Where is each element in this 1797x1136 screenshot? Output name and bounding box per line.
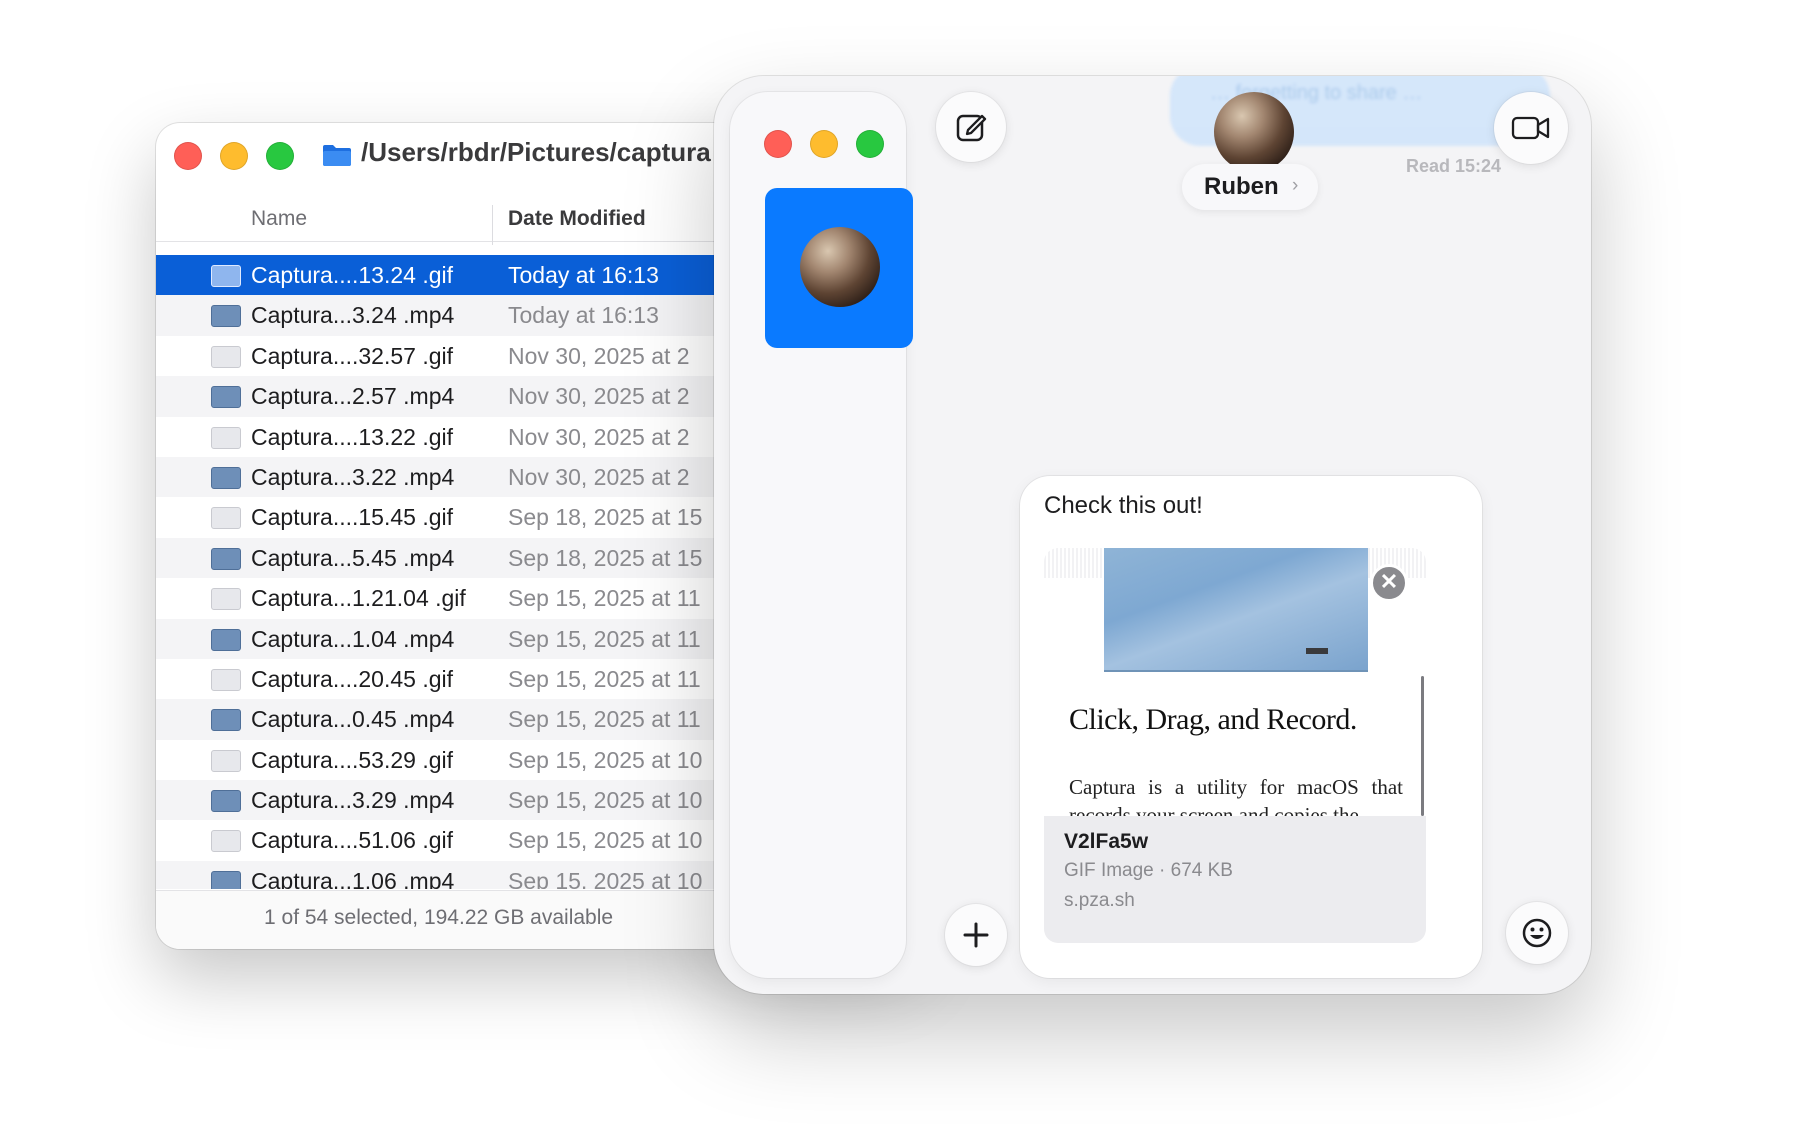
contact-name-button[interactable]: Ruben › — [1182, 164, 1318, 210]
file-name: Captura...1.06 .mp4 — [251, 867, 455, 889]
column-header-date-modified[interactable]: Date Modified — [508, 207, 646, 231]
conversation-sidebar — [730, 92, 913, 978]
preview-heading: Click, Drag, and Record. — [1069, 703, 1357, 736]
video-file-icon — [211, 305, 241, 328]
gif-file-icon — [211, 265, 241, 287]
video-file-icon — [211, 628, 241, 651]
preview-chip — [1306, 648, 1328, 654]
file-date-modified: Nov 30, 2025 at 2 — [508, 463, 690, 490]
attachment-card[interactable]: Click, Drag, and Record. Captura is a ut… — [1044, 548, 1426, 943]
plus-icon — [963, 922, 989, 948]
remove-attachment-button[interactable]: ✕ — [1370, 564, 1408, 602]
preview-body: Captura is a utility for macOS that reco… — [1069, 775, 1403, 817]
avatar — [800, 227, 880, 307]
file-name: Captura...1.21.04 .gif — [251, 585, 466, 612]
file-date-modified: Nov 30, 2025 at 2 — [508, 423, 690, 450]
file-date-modified: Sep 15, 2025 at 10 — [508, 827, 703, 854]
window-title-path: /Users/rbdr/Pictures/captura — [361, 137, 711, 167]
file-name: Captura....53.29 .gif — [251, 746, 454, 773]
file-name: Captura...2.57 .mp4 — [251, 383, 455, 410]
video-file-icon — [211, 790, 241, 813]
file-date-modified: Today at 16:13 — [508, 302, 659, 329]
file-date-modified: Sep 15, 2025 at 11 — [508, 625, 701, 652]
file-name: Captura....32.57 .gif — [251, 342, 454, 369]
finder-minimize-button[interactable] — [220, 142, 248, 170]
message-composer[interactable]: Check this out! Click, Drag, and Record.… — [1020, 476, 1482, 978]
conversation-item-ruben[interactable] — [765, 188, 913, 348]
file-name: Captura...3.22 .mp4 — [251, 463, 455, 490]
file-date-modified: Nov 30, 2025 at 2 — [508, 342, 690, 369]
file-date-modified: Sep 15, 2025 at 10 — [508, 746, 703, 773]
file-name: Captura....51.06 .gif — [251, 827, 454, 854]
file-date-modified: Sep 15, 2025 at 10 — [508, 867, 703, 889]
file-name: Captura...3.29 .mp4 — [251, 787, 455, 814]
file-date-modified: Sep 15, 2025 at 11 — [508, 585, 701, 612]
gif-file-icon — [211, 426, 241, 449]
video-file-icon — [211, 870, 241, 889]
gif-file-icon — [211, 588, 241, 611]
file-name: Captura....20.45 .gif — [251, 665, 454, 692]
gif-file-icon — [211, 668, 241, 691]
file-date-modified: Sep 15, 2025 at 10 — [508, 787, 703, 814]
file-date-modified: Sep 18, 2025 at 15 — [508, 504, 703, 531]
attachment-source: s.pza.sh — [1064, 890, 1135, 911]
messages-window: … forgetting to share … Read 15:24 Ruben… — [714, 76, 1591, 994]
file-date-modified: Sep 15, 2025 at 11 — [508, 665, 701, 692]
video-camera-icon — [1511, 116, 1550, 140]
facetime-video-button[interactable] — [1494, 92, 1568, 164]
folder-icon — [323, 145, 351, 166]
video-file-icon — [211, 547, 241, 570]
attachment-name: V2lFa5w — [1064, 830, 1149, 853]
file-name: Captura...5.45 .mp4 — [251, 544, 455, 571]
file-name: Captura....15.45 .gif — [251, 504, 454, 531]
emoji-button[interactable] — [1506, 902, 1568, 964]
contact-name: Ruben — [1204, 173, 1279, 200]
gif-file-icon — [211, 507, 241, 530]
file-name: Captura...0.45 .mp4 — [251, 706, 455, 733]
gif-file-icon — [211, 830, 241, 853]
video-file-icon — [211, 466, 241, 489]
video-file-icon — [211, 386, 241, 409]
file-date-modified: Today at 16:13 — [508, 262, 659, 288]
attachment-info: V2lFa5w GIF Image · 674 KB s.pza.sh — [1044, 816, 1426, 943]
chevron-right-icon: › — [1292, 175, 1299, 196]
preview-scrollbar[interactable] — [1421, 676, 1424, 816]
file-name: Captura...1.04 .mp4 — [251, 625, 455, 652]
file-date-modified: Sep 15, 2025 at 11 — [508, 706, 701, 733]
messages-minimize-button[interactable] — [810, 130, 838, 158]
preview-screenshot — [1104, 548, 1368, 672]
file-name: Captura....13.22 .gif — [251, 423, 454, 450]
gif-file-icon — [211, 749, 241, 772]
column-header-name[interactable]: Name — [251, 207, 307, 231]
attachment-meta: GIF Image · 674 KB — [1064, 860, 1233, 881]
emoji-icon — [1522, 918, 1552, 948]
gif-file-icon — [211, 345, 241, 368]
add-attachment-button[interactable] — [945, 904, 1007, 966]
file-date-modified: Nov 30, 2025 at 2 — [508, 383, 690, 410]
messages-zoom-button[interactable] — [856, 130, 884, 158]
file-name: Captura...3.24 .mp4 — [251, 302, 455, 329]
compose-button[interactable] — [936, 92, 1006, 162]
file-date-modified: Sep 18, 2025 at 15 — [508, 544, 703, 571]
attachment-preview: Click, Drag, and Record. Captura is a ut… — [1044, 548, 1426, 817]
finder-zoom-button[interactable] — [266, 142, 294, 170]
message-input-text[interactable]: Check this out! — [1044, 492, 1203, 520]
status-text: 1 of 54 selected, 194.22 GB available — [264, 906, 614, 929]
contact-avatar[interactable] — [1214, 92, 1294, 172]
file-name: Captura....13.24 .gif — [251, 262, 454, 288]
finder-close-button[interactable] — [174, 142, 202, 170]
read-receipt: Read 15:24 — [1406, 156, 1502, 176]
messages-close-button[interactable] — [764, 130, 792, 158]
column-divider[interactable] — [492, 205, 493, 245]
video-file-icon — [211, 709, 241, 732]
compose-icon — [956, 114, 987, 142]
